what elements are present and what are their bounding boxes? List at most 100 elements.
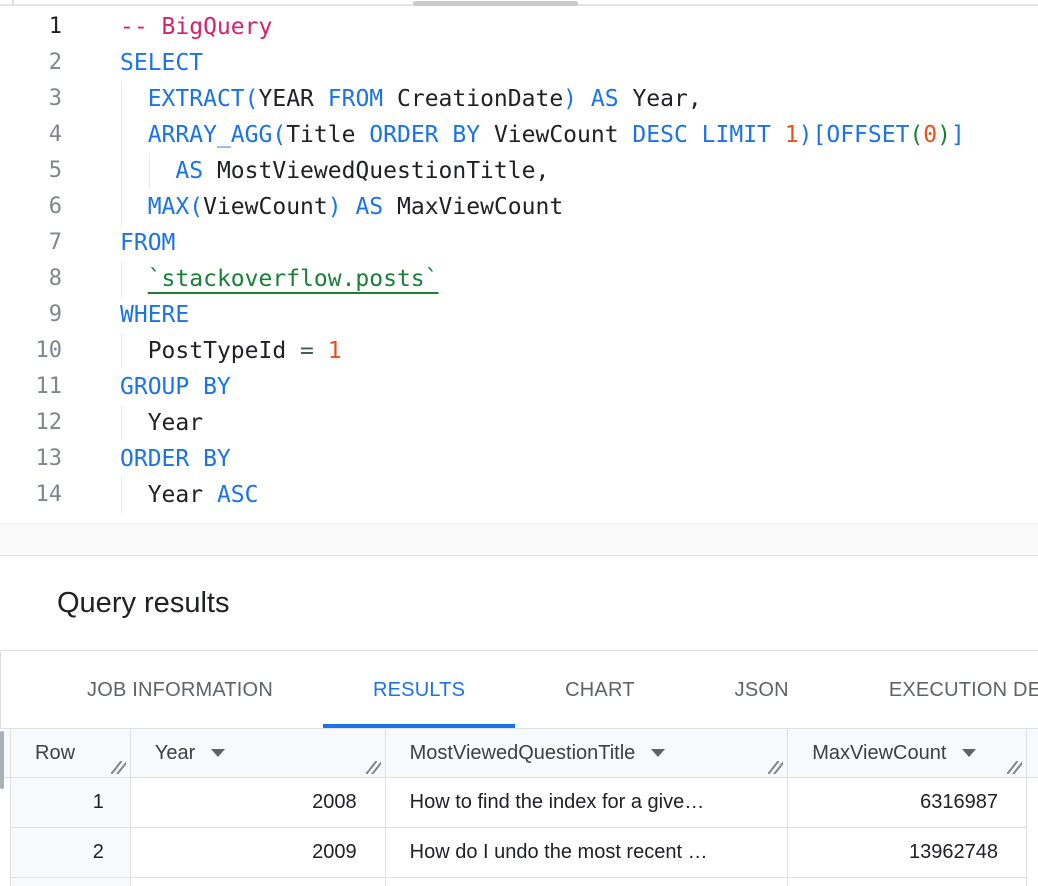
table-cell: How do I undo the most recent … <box>386 828 789 878</box>
code-text: GROUP BY <box>62 369 231 405</box>
column-resize-handle-icon[interactable] <box>366 761 381 774</box>
line-number: 7 <box>0 225 62 261</box>
code-text: AS MostViewedQuestionTitle, <box>62 153 549 189</box>
line-number: 2 <box>0 45 62 81</box>
code-line[interactable]: 11GROUP BY <box>0 369 1038 405</box>
indent-guide <box>149 153 150 189</box>
column-header-mostviewedquestiontitle: MostViewedQuestionTitle <box>386 728 789 778</box>
tab-label: CHART <box>565 679 635 702</box>
column-header-label: Row <box>35 742 75 765</box>
code-text: WHERE <box>62 297 189 333</box>
table-cell: How to find the index for a give… <box>386 778 789 828</box>
table-cell <box>788 878 1027 886</box>
code-text: Year <box>62 405 203 441</box>
tab-label: RESULTS <box>373 679 465 702</box>
table-header-row: Row Year MostViewedQuestionTitle MaxViewCou… <box>11 728 1027 778</box>
indent-guide <box>121 405 122 441</box>
table-cell: 2009 <box>131 828 386 878</box>
code-text: `stackoverflow.posts` <box>62 261 439 297</box>
code-text: ARRAY_AGG(Title ORDER BY ViewCount DESC … <box>62 117 965 153</box>
column-header-year: Year <box>131 728 386 778</box>
column-header-label: Year <box>155 742 195 765</box>
code-line[interactable]: 12 Year <box>0 405 1038 441</box>
code-text: SELECT <box>62 45 203 81</box>
tab-label: EXECUTION DETAILS <box>889 679 1038 702</box>
tab-execution-details[interactable]: EXECUTION DETAILS <box>839 652 1038 728</box>
code-line[interactable]: 4 ARRAY_AGG(Title ORDER BY ViewCount DES… <box>0 117 1038 153</box>
table-cell: 2 <box>11 828 131 878</box>
code-line[interactable]: 8 `stackoverflow.posts` <box>0 261 1038 297</box>
sort-dropdown-icon[interactable] <box>211 749 225 757</box>
code-text: ORDER BY <box>62 441 231 477</box>
code-text: MAX(ViewCount) AS MaxViewCount <box>62 189 563 225</box>
code-text: EXTRACT(YEAR FROM CreationDate) AS Year, <box>62 81 702 117</box>
column-resize-handle-icon[interactable] <box>1007 761 1022 774</box>
code-line[interactable]: 7FROM <box>0 225 1038 261</box>
line-number: 1 <box>0 9 62 45</box>
indent-guide <box>121 189 122 225</box>
indent-guide <box>121 117 122 153</box>
indent-guide <box>121 153 122 189</box>
tab-json[interactable]: JSON <box>685 652 839 728</box>
sort-dropdown-icon[interactable] <box>962 749 976 757</box>
line-number: 3 <box>0 81 62 117</box>
line-number: 10 <box>0 333 62 369</box>
line-number: 5 <box>0 153 62 189</box>
sql-editor[interactable]: 1-- BigQuery2SELECT3 EXTRACT(YEAR FROM C… <box>0 6 1038 523</box>
page-title: Query results <box>57 587 229 620</box>
column-header-label: MaxViewCount <box>812 742 946 765</box>
tab-chart[interactable]: CHART <box>515 652 685 728</box>
indent-guide <box>121 261 122 297</box>
line-number: 13 <box>0 441 62 477</box>
code-line[interactable]: 13ORDER BY <box>0 441 1038 477</box>
line-number: 14 <box>0 477 62 513</box>
results-table: Row Year MostViewedQuestionTitle MaxViewCou… <box>10 728 1027 886</box>
tab-label: JOB INFORMATION <box>87 679 273 702</box>
bigquery-console: 1-- BigQuery2SELECT3 EXTRACT(YEAR FROM C… <box>0 0 1038 886</box>
table-cell: 6316987 <box>788 778 1027 828</box>
line-number: 12 <box>0 405 62 441</box>
results-tab-bar: JOB INFORMATION RESULTS CHART JSON EXECUTION… <box>0 652 1038 728</box>
line-number: 6 <box>0 189 62 225</box>
code-text: PostTypeId = 1 <box>62 333 342 369</box>
table-cell <box>131 878 386 886</box>
code-line[interactable]: 5 AS MostViewedQuestionTitle, <box>0 153 1038 189</box>
code-line[interactable]: 3 EXTRACT(YEAR FROM CreationDate) AS Yea… <box>0 81 1038 117</box>
code-text: -- BigQuery <box>62 9 272 45</box>
column-resize-handle-icon[interactable] <box>111 761 126 774</box>
vertical-scrollbar-thumb[interactable] <box>0 731 4 789</box>
column-resize-handle-icon[interactable] <box>768 761 783 774</box>
indent-guide <box>121 477 122 513</box>
column-header-maxviewcount: MaxViewCount <box>788 728 1027 778</box>
line-number: 11 <box>0 369 62 405</box>
table-cell: 1 <box>11 778 131 828</box>
line-number: 8 <box>0 261 62 297</box>
table-row: 12008How to find the index for a give…63… <box>11 778 1027 828</box>
column-header-row: Row <box>11 728 131 778</box>
query-results-header: Query results <box>0 555 1038 651</box>
column-header-label: MostViewedQuestionTitle <box>410 742 636 765</box>
editor-bottom-gutter <box>0 523 1038 555</box>
table-cell <box>386 878 789 886</box>
table-cell: 13962748 <box>788 828 1027 878</box>
tab-job-information[interactable]: JOB INFORMATION <box>37 652 323 728</box>
table-row-partial <box>11 878 1027 886</box>
sort-dropdown-icon[interactable] <box>651 749 665 757</box>
table-row: 22009How do I undo the most recent …1396… <box>11 828 1027 878</box>
code-line[interactable]: 2SELECT <box>0 45 1038 81</box>
code-line[interactable]: 10 PostTypeId = 1 <box>0 333 1038 369</box>
code-line[interactable]: 14 Year ASC <box>0 477 1038 513</box>
table-cell <box>11 878 131 886</box>
code-text: FROM <box>62 225 175 261</box>
code-text: Year ASC <box>62 477 259 513</box>
line-number: 4 <box>0 117 62 153</box>
code-line[interactable]: 6 MAX(ViewCount) AS MaxViewCount <box>0 189 1038 225</box>
tab-results[interactable]: RESULTS <box>323 652 515 728</box>
table-cell: 2008 <box>131 778 386 828</box>
line-number: 9 <box>0 297 62 333</box>
indent-guide <box>121 333 122 369</box>
indent-guide <box>121 81 122 117</box>
code-line[interactable]: 9WHERE <box>0 297 1038 333</box>
tab-label: JSON <box>735 679 789 702</box>
code-line[interactable]: 1-- BigQuery <box>0 9 1038 45</box>
